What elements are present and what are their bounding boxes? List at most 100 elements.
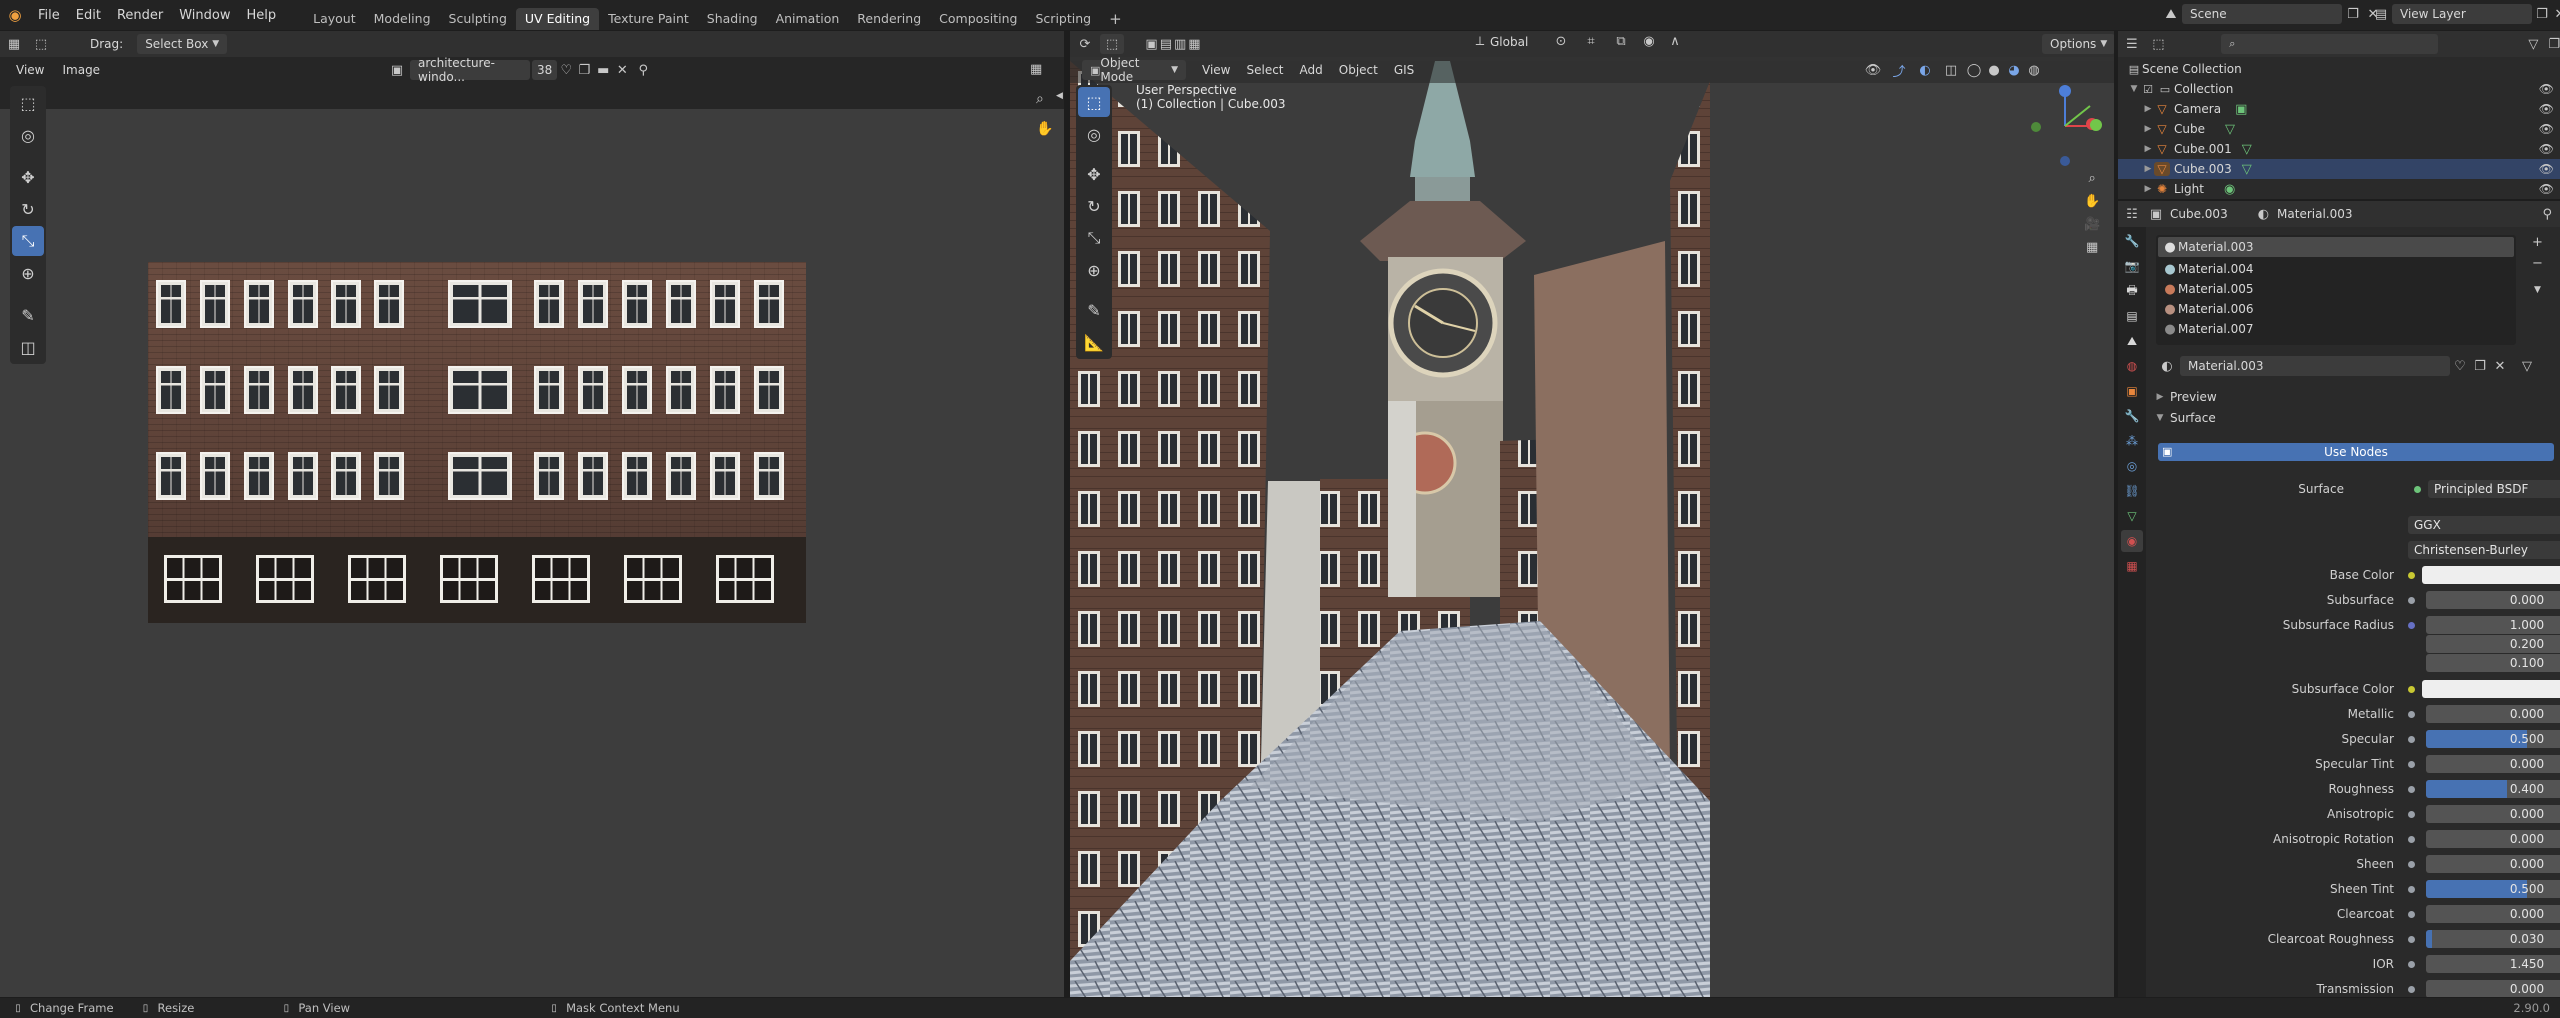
falloff-icon[interactable]: ∧	[1662, 34, 1688, 49]
distribution-dropdown[interactable]: GGX ▼	[2408, 516, 2560, 534]
socket-icon[interactable]	[2408, 685, 2415, 693]
sidebar-toggle-icon[interactable]: ◀	[1056, 91, 1063, 101]
hand-pan-icon[interactable]: ✋	[2084, 194, 2100, 209]
param-slider[interactable]: 0.500	[2426, 730, 2560, 748]
socket-icon[interactable]	[2408, 760, 2415, 768]
tab-sculpting[interactable]: Sculpting	[440, 8, 516, 30]
surface-shader-field[interactable]: Principled BSDF	[2428, 480, 2560, 498]
editor-type-icon[interactable]: ☰	[2118, 37, 2146, 52]
material-shading-icon[interactable]: ◕	[2004, 63, 2024, 78]
socket-icon[interactable]	[2408, 960, 2415, 968]
uv-menu-image[interactable]: Image	[62, 63, 100, 77]
visibility-eye-icon[interactable]: 👁	[2539, 162, 2554, 176]
outliner-row-light[interactable]: ▶ ✺ Light ◉ 👁	[2118, 179, 2560, 199]
base-color-swatch[interactable]	[2422, 566, 2560, 584]
menu-help[interactable]: Help	[239, 8, 285, 23]
param-slider[interactable]: 0.000	[2426, 905, 2560, 923]
socket-icon[interactable]	[2408, 735, 2415, 743]
copy-view-layer-icon[interactable]: ❐	[2532, 7, 2552, 22]
copy-scene-icon[interactable]: ❐	[2342, 7, 2364, 22]
subsurface-color-swatch[interactable]	[2422, 680, 2560, 698]
rotate-tool[interactable]: ↻	[12, 194, 44, 224]
socket-icon[interactable]	[2408, 596, 2415, 604]
vp-menu-select[interactable]: Select	[1246, 63, 1283, 77]
unlink-image-icon[interactable]: ✕	[613, 63, 631, 78]
visibility-eye-icon[interactable]: 👁	[2539, 142, 2554, 156]
filter-icon[interactable]: ▽	[2528, 37, 2538, 52]
select-box-tool[interactable]: ⬚	[1078, 87, 1110, 117]
visibility-eye-icon[interactable]: 👁	[2539, 82, 2554, 96]
param-slider[interactable]: 0.000	[2426, 805, 2560, 823]
param-slider[interactable]: 0.000	[2426, 830, 2560, 848]
rip-region-tool[interactable]: ◫	[12, 332, 44, 362]
cursor-tool[interactable]: ◎	[1078, 119, 1110, 149]
expand-arrow-icon[interactable]: ▶	[2142, 104, 2154, 114]
subsurface-radius-z[interactable]: 0.100	[2426, 654, 2560, 672]
menu-render[interactable]: Render	[109, 8, 171, 23]
options-dropdown[interactable]: Options ▼	[2042, 34, 2114, 54]
rotate-tool[interactable]: ↻	[1078, 191, 1110, 221]
gizmo-icon[interactable]: ⤴	[1886, 61, 1912, 80]
param-slider[interactable]: 0.000	[2426, 755, 2560, 773]
hand-pan-icon[interactable]: ✋	[1036, 121, 1053, 137]
outliner-search-input[interactable]: ⌕	[2221, 34, 2439, 54]
wireframe-shading-icon[interactable]: ◯	[1964, 63, 1984, 78]
outliner-row-scene-collection[interactable]: ▤ Scene Collection	[2118, 59, 2560, 79]
socket-icon[interactable]	[2408, 860, 2415, 868]
xray-icon[interactable]: ◫	[1938, 63, 1964, 78]
subsurface-field[interactable]: 0.000	[2426, 591, 2560, 609]
subsurface-radius-y[interactable]: 0.200	[2426, 635, 2560, 653]
tab-animation[interactable]: Animation	[767, 8, 849, 30]
remove-view-layer-icon[interactable]: ✕	[2552, 7, 2560, 22]
param-slider[interactable]: 0.000	[2426, 705, 2560, 723]
orientation-value[interactable]: Global	[1490, 35, 1546, 49]
object-mode-dropdown[interactable]: ▣ Object Mode ▼	[1082, 56, 1186, 84]
camera-view-icon[interactable]: 🎥	[2084, 217, 2100, 232]
display-mode-icon[interactable]: ⬚	[2146, 37, 2172, 52]
expand-arrow-icon[interactable]: ▼	[2128, 84, 2140, 94]
visibility-eye-icon[interactable]: 👁	[2539, 102, 2554, 116]
outliner-row-cube[interactable]: ▶ ▽ Cube ▽ 👁	[2118, 119, 2560, 139]
socket-icon[interactable]	[2408, 785, 2415, 793]
socket-icon[interactable]	[2414, 485, 2421, 493]
tab-rendering[interactable]: Rendering	[848, 8, 930, 30]
open-image-icon[interactable]: ▬	[593, 63, 613, 78]
socket-icon[interactable]	[2408, 935, 2415, 943]
expand-arrow-icon[interactable]: ▶	[2142, 124, 2154, 134]
view-layer-field[interactable]: View Layer	[2392, 4, 2532, 24]
socket-icon[interactable]	[2408, 910, 2415, 918]
display-channels-icon[interactable]: ▦	[1030, 62, 1042, 77]
new-collection-icon[interactable]: ❐	[2548, 37, 2560, 52]
tab-scripting[interactable]: Scripting	[1027, 8, 1101, 30]
checkbox-icon[interactable]: ☑	[2140, 83, 2156, 96]
tab-compositing[interactable]: Compositing	[930, 8, 1026, 30]
scale-tool[interactable]: ⤡	[1078, 223, 1110, 253]
new-image-icon[interactable]: ❐	[575, 63, 593, 78]
ortho-toggle-icon[interactable]: ▦	[2084, 240, 2100, 255]
outliner-row-camera[interactable]: ▶ ▽ Camera ▣ 👁	[2118, 99, 2560, 119]
tab-uv-editing[interactable]: UV Editing	[515, 8, 600, 30]
zoom-icon[interactable]: ⌕	[1036, 91, 1044, 107]
vp-menu-gis[interactable]: GIS	[1394, 63, 1414, 77]
uv-sync-icon[interactable]: ⬚	[28, 37, 54, 52]
uv-menu-view[interactable]: View	[16, 63, 44, 77]
select-mode-icon[interactable]: ⬚	[1100, 34, 1124, 54]
add-workspace-button[interactable]: +	[1100, 8, 1131, 30]
drag-select-dropdown[interactable]: Select Box ▼	[137, 34, 228, 54]
uv-editor-canvas[interactable]	[0, 109, 1064, 997]
visibility-eye-icon[interactable]: 👁	[2539, 122, 2554, 136]
editor-type-icon[interactable]: ▦	[0, 37, 28, 52]
transform-tool[interactable]: ⊕	[1078, 255, 1110, 285]
move-tool[interactable]: ✥	[12, 162, 44, 192]
menu-window[interactable]: Window	[171, 8, 238, 23]
select-set-icons[interactable]: ▣▤▥▦	[1134, 37, 1214, 52]
outliner-row-collection[interactable]: ▼ ☑ ▭ Collection 👁	[2118, 79, 2560, 99]
socket-icon[interactable]	[2408, 571, 2415, 579]
overlay-icon[interactable]: ◐	[1912, 63, 1938, 78]
fake-user-icon[interactable]: ♡	[557, 63, 575, 78]
view-layer-icon[interactable]: ▤	[2370, 7, 2392, 22]
image-icon[interactable]: ▣	[384, 63, 410, 78]
menu-file[interactable]: File	[30, 8, 68, 23]
param-slider[interactable]: 0.000	[2426, 980, 2560, 997]
param-slider[interactable]: 0.400	[2426, 780, 2560, 798]
